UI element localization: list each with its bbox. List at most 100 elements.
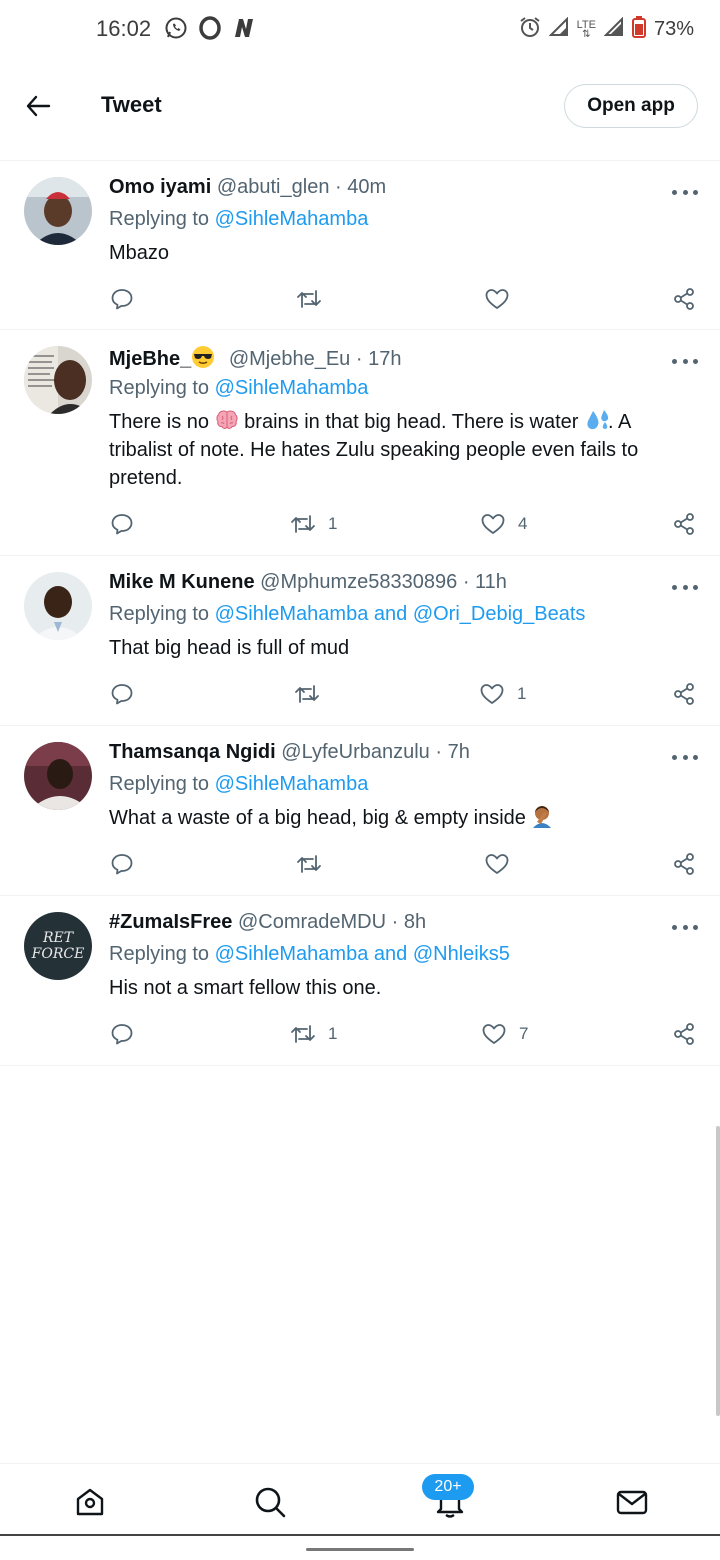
like-count: 1 xyxy=(517,684,527,703)
nav-search[interactable] xyxy=(250,1482,290,1522)
like-button[interactable] xyxy=(484,284,522,314)
share-icon xyxy=(674,1023,694,1045)
avatar[interactable] xyxy=(24,177,92,245)
replying-prefix: Replying to xyxy=(109,377,215,399)
timestamp[interactable]: 17h xyxy=(368,348,401,370)
battery-percent: 73% xyxy=(653,18,694,40)
signal-icon xyxy=(603,16,624,42)
tweet-actions: 1 4 xyxy=(0,509,720,539)
author-handle[interactable]: @Mphumze58330896 xyxy=(260,571,457,593)
like-button[interactable]: 1 xyxy=(479,679,526,709)
reply-button[interactable] xyxy=(110,849,134,879)
reply-button[interactable] xyxy=(110,509,134,539)
share-button[interactable] xyxy=(672,1019,696,1049)
replying-to: Replying to @SihleMahamba and @Nhleiks5 xyxy=(109,943,510,966)
share-button[interactable] xyxy=(672,509,696,539)
status-system-icons: LTE ⇅ 73% xyxy=(519,16,694,43)
author-handle[interactable]: @ComradeMDU xyxy=(238,911,386,933)
retweet-count: 1 xyxy=(328,1024,338,1043)
arrow-left-icon xyxy=(26,95,51,117)
author-name[interactable]: Mike M Kunene xyxy=(109,571,255,593)
author-handle[interactable]: @abuti_glen xyxy=(217,176,330,198)
author-handle[interactable]: @LyfeUrbanzulu xyxy=(281,741,430,763)
gesture-bar[interactable] xyxy=(306,1548,414,1551)
tweet-reply[interactable]: RET FORCE #ZumaIsFree @ComradeMDU · 8h R… xyxy=(0,896,720,1066)
like-button[interactable]: 7 xyxy=(481,1019,528,1049)
sunglasses-emoji xyxy=(191,345,215,369)
bottom-nav: 20+ xyxy=(0,1463,720,1540)
author-name[interactable]: #ZumaIsFree xyxy=(109,911,232,933)
retweet-button[interactable] xyxy=(296,849,334,879)
reply-button[interactable] xyxy=(110,284,134,314)
share-button[interactable] xyxy=(672,284,696,314)
more-options-icon[interactable] xyxy=(672,356,698,366)
timestamp[interactable]: 11h xyxy=(475,571,507,593)
search-icon xyxy=(255,1487,286,1518)
timestamp[interactable]: 40m xyxy=(347,176,386,198)
author-name[interactable]: MjeBhe_ xyxy=(109,348,191,370)
replying-prefix: Replying to xyxy=(109,773,215,795)
mention-link[interactable]: @SihleMahamba and @Nhleiks5 xyxy=(215,943,510,965)
like-button[interactable]: 4 xyxy=(480,509,527,539)
author-name[interactable]: Omo iyami xyxy=(109,176,211,198)
tweet-reply[interactable]: Thamsanqa Ngidi @LyfeUrbanzulu · 7h Repl… xyxy=(0,726,720,896)
retweet-button[interactable]: 1 xyxy=(290,1019,337,1049)
mention-link[interactable]: @SihleMahamba xyxy=(215,377,369,399)
heart-icon xyxy=(481,514,505,534)
more-options-icon[interactable] xyxy=(672,187,698,197)
retweet-icon xyxy=(291,1025,315,1043)
timestamp[interactable]: 8h xyxy=(404,911,426,933)
tweet-text: His not a smart fellow this one. xyxy=(109,977,382,999)
replying-to: Replying to @SihleMahamba and @Ori_Debig… xyxy=(109,603,585,626)
alarm-icon xyxy=(519,16,541,43)
more-options-icon[interactable] xyxy=(672,752,698,762)
tweet-header: MjeBhe_ @Mjebhe_Eu · 17h xyxy=(109,345,401,371)
whatsapp-icon xyxy=(164,16,188,40)
tweet-actions: 1 xyxy=(0,679,720,709)
timestamp[interactable]: 7h xyxy=(448,741,470,763)
replying-to: Replying to @SihleMahamba xyxy=(109,208,368,231)
retweet-button[interactable]: 1 xyxy=(290,509,337,539)
mention-link[interactable]: @SihleMahamba xyxy=(215,773,369,795)
back-button[interactable] xyxy=(20,88,56,124)
open-app-button[interactable]: Open app xyxy=(564,84,698,128)
tweet-reply[interactable]: Mike M Kunene @Mphumze58330896 · 11h Rep… xyxy=(0,556,720,726)
avatar[interactable] xyxy=(24,742,92,810)
share-button[interactable] xyxy=(672,679,696,709)
more-options-icon[interactable] xyxy=(672,582,698,592)
tweet-text-part: What a waste of a big head, big & empty … xyxy=(109,807,526,829)
top-bar: Tweet Open app xyxy=(0,66,720,150)
tweet-reply[interactable]: MjeBhe_ @Mjebhe_Eu · 17h Replying to @Si… xyxy=(0,330,720,556)
like-button[interactable] xyxy=(484,849,522,879)
brain-emoji xyxy=(215,408,239,432)
author-name[interactable]: Thamsanqa Ngidi xyxy=(109,741,276,763)
tweet-text: There is no brains in that big head. The… xyxy=(109,408,689,492)
reply-button[interactable] xyxy=(110,679,134,709)
tweet-reply[interactable]: Omo iyami @abuti_glen · 40m Replying to … xyxy=(0,160,720,330)
author-handle[interactable]: @Mjebhe_Eu xyxy=(229,348,350,370)
share-button[interactable] xyxy=(672,849,696,879)
retweet-button[interactable] xyxy=(294,679,332,709)
avatar[interactable] xyxy=(24,346,92,414)
share-icon xyxy=(674,853,694,875)
nav-messages[interactable] xyxy=(612,1482,652,1522)
mention-link[interactable]: @SihleMahamba and @Ori_Debig_Beats xyxy=(215,603,586,625)
avatar-text: FORCE xyxy=(31,946,85,962)
tweet-text: Mbazo xyxy=(109,242,170,264)
more-options-icon[interactable] xyxy=(672,922,698,932)
retweet-button[interactable] xyxy=(296,284,334,314)
like-count: 7 xyxy=(519,1024,529,1043)
scrollbar[interactable] xyxy=(716,1126,720,1416)
reply-icon xyxy=(111,684,133,705)
nav-home[interactable] xyxy=(70,1482,110,1522)
avatar[interactable] xyxy=(24,572,92,640)
retweet-count: 1 xyxy=(328,514,338,533)
share-icon xyxy=(674,513,694,535)
retweet-icon xyxy=(291,515,315,533)
reply-icon xyxy=(111,1024,133,1045)
battery-icon xyxy=(631,16,646,43)
reply-button[interactable] xyxy=(110,1019,134,1049)
avatar[interactable]: RET FORCE xyxy=(24,912,92,980)
mention-link[interactable]: @SihleMahamba xyxy=(215,208,369,230)
separator-dot: · xyxy=(462,571,470,593)
